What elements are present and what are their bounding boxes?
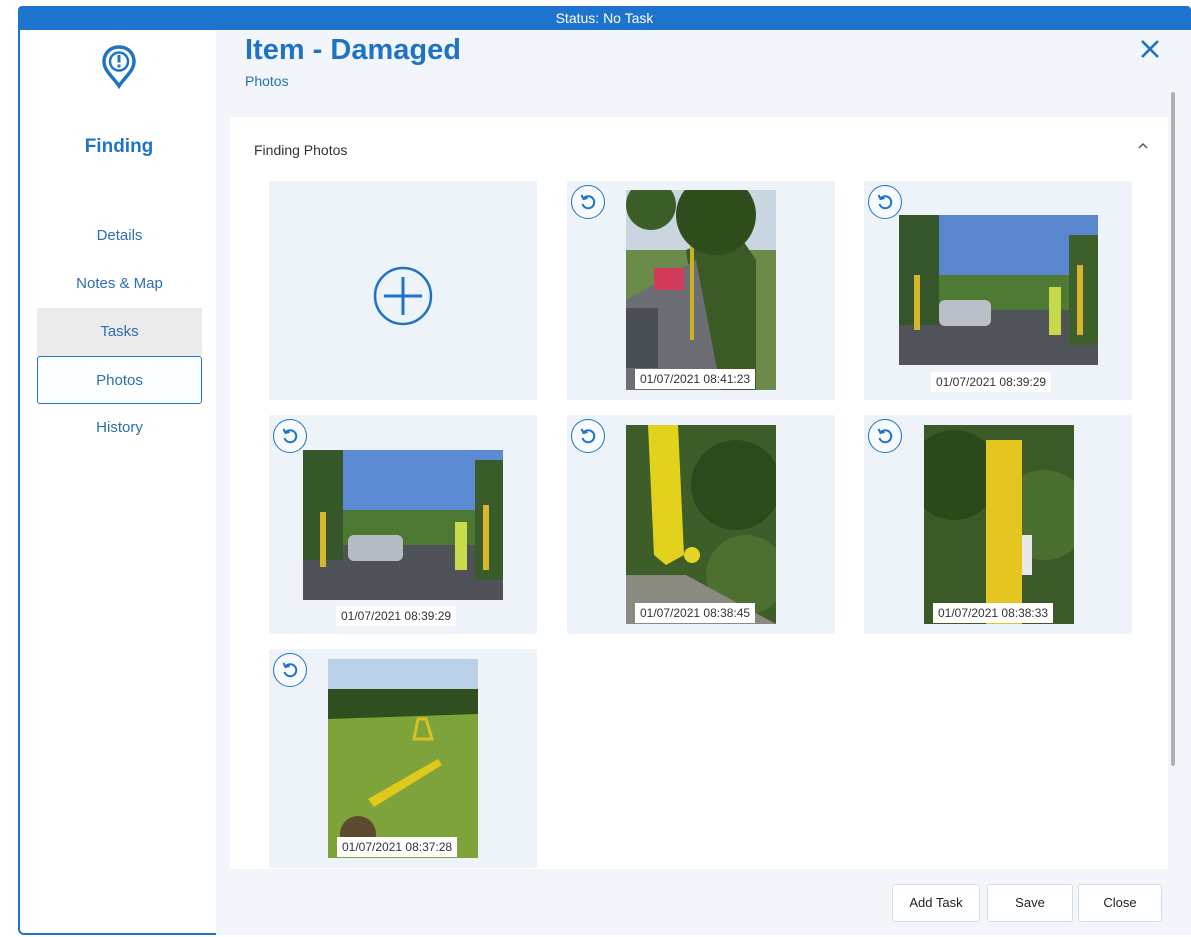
- rotate-icon: [282, 662, 298, 678]
- add-photo-icon[interactable]: [372, 265, 434, 327]
- photo-timestamp: 01/07/2021 08:39:29: [931, 372, 1052, 392]
- add-photo-tile[interactable]: [269, 181, 537, 400]
- photo-timestamp: 01/07/2021 08:39:29: [336, 606, 457, 626]
- photo-tile[interactable]: 01/07/2021 08:41:23: [567, 181, 835, 400]
- page-title: Item - Damaged: [245, 34, 461, 66]
- main-content: Item - Damaged Photos Finding Photos 01/…: [216, 30, 1191, 935]
- photo-thumbnail[interactable]: [328, 659, 478, 858]
- rotate-icon: [580, 194, 596, 210]
- photo-timestamp: 01/07/2021 08:38:45: [635, 603, 756, 623]
- photo-thumbnail[interactable]: [303, 450, 503, 600]
- rotate-button[interactable]: [273, 653, 307, 687]
- sidebar-item-tasks[interactable]: Tasks: [37, 308, 202, 356]
- rotate-button[interactable]: [868, 419, 902, 453]
- scrollbar[interactable]: [1171, 92, 1175, 766]
- finding-photos-panel: Finding Photos 01/07/2021 08:41:23 01/07…: [230, 117, 1168, 869]
- sidebar-item-history[interactable]: History: [37, 404, 202, 452]
- photo-tile[interactable]: 01/07/2021 08:37:28: [269, 649, 537, 868]
- photo-thumbnail[interactable]: [626, 190, 776, 390]
- photo-thumbnail[interactable]: [924, 425, 1074, 624]
- sidebar: Finding Details Notes & Map Tasks Photos…: [18, 30, 216, 935]
- panel-title: Finding Photos: [254, 142, 348, 158]
- photo-thumbnail[interactable]: [899, 215, 1098, 365]
- rotate-button[interactable]: [273, 419, 307, 453]
- photo-timestamp: 01/07/2021 08:37:28: [337, 837, 458, 857]
- close-icon[interactable]: [1135, 34, 1165, 64]
- module-title: Finding: [84, 136, 154, 157]
- photo-timestamp: 01/07/2021 08:41:23: [635, 369, 756, 389]
- sidebar-item-notes-map[interactable]: Notes & Map: [37, 260, 202, 308]
- photo-timestamp: 01/07/2021 08:38:33: [933, 603, 1054, 623]
- status-bar: Status: No Task: [18, 6, 1191, 30]
- sidebar-item-details[interactable]: Details: [37, 212, 202, 260]
- photo-thumbnail[interactable]: [626, 425, 776, 624]
- page-subtitle: Photos: [245, 73, 289, 89]
- close-button[interactable]: Close: [1078, 884, 1162, 922]
- rotate-icon: [282, 428, 298, 444]
- photo-tile[interactable]: 01/07/2021 08:38:33: [864, 415, 1132, 634]
- rotate-icon: [877, 428, 893, 444]
- photo-tile[interactable]: 01/07/2021 08:39:29: [269, 415, 537, 634]
- finding-pin-icon: [102, 45, 136, 90]
- rotate-button[interactable]: [571, 185, 605, 219]
- rotate-icon: [580, 428, 596, 444]
- rotate-button[interactable]: [868, 185, 902, 219]
- photo-tile[interactable]: 01/07/2021 08:38:45: [567, 415, 835, 634]
- rotate-icon: [877, 194, 893, 210]
- photo-tile[interactable]: 01/07/2021 08:39:29: [864, 181, 1132, 400]
- chevron-up-icon[interactable]: [1136, 139, 1150, 153]
- rotate-button[interactable]: [571, 419, 605, 453]
- sidebar-item-photos[interactable]: Photos: [37, 356, 202, 404]
- save-button[interactable]: Save: [987, 884, 1073, 922]
- add-task-button[interactable]: Add Task: [892, 884, 980, 922]
